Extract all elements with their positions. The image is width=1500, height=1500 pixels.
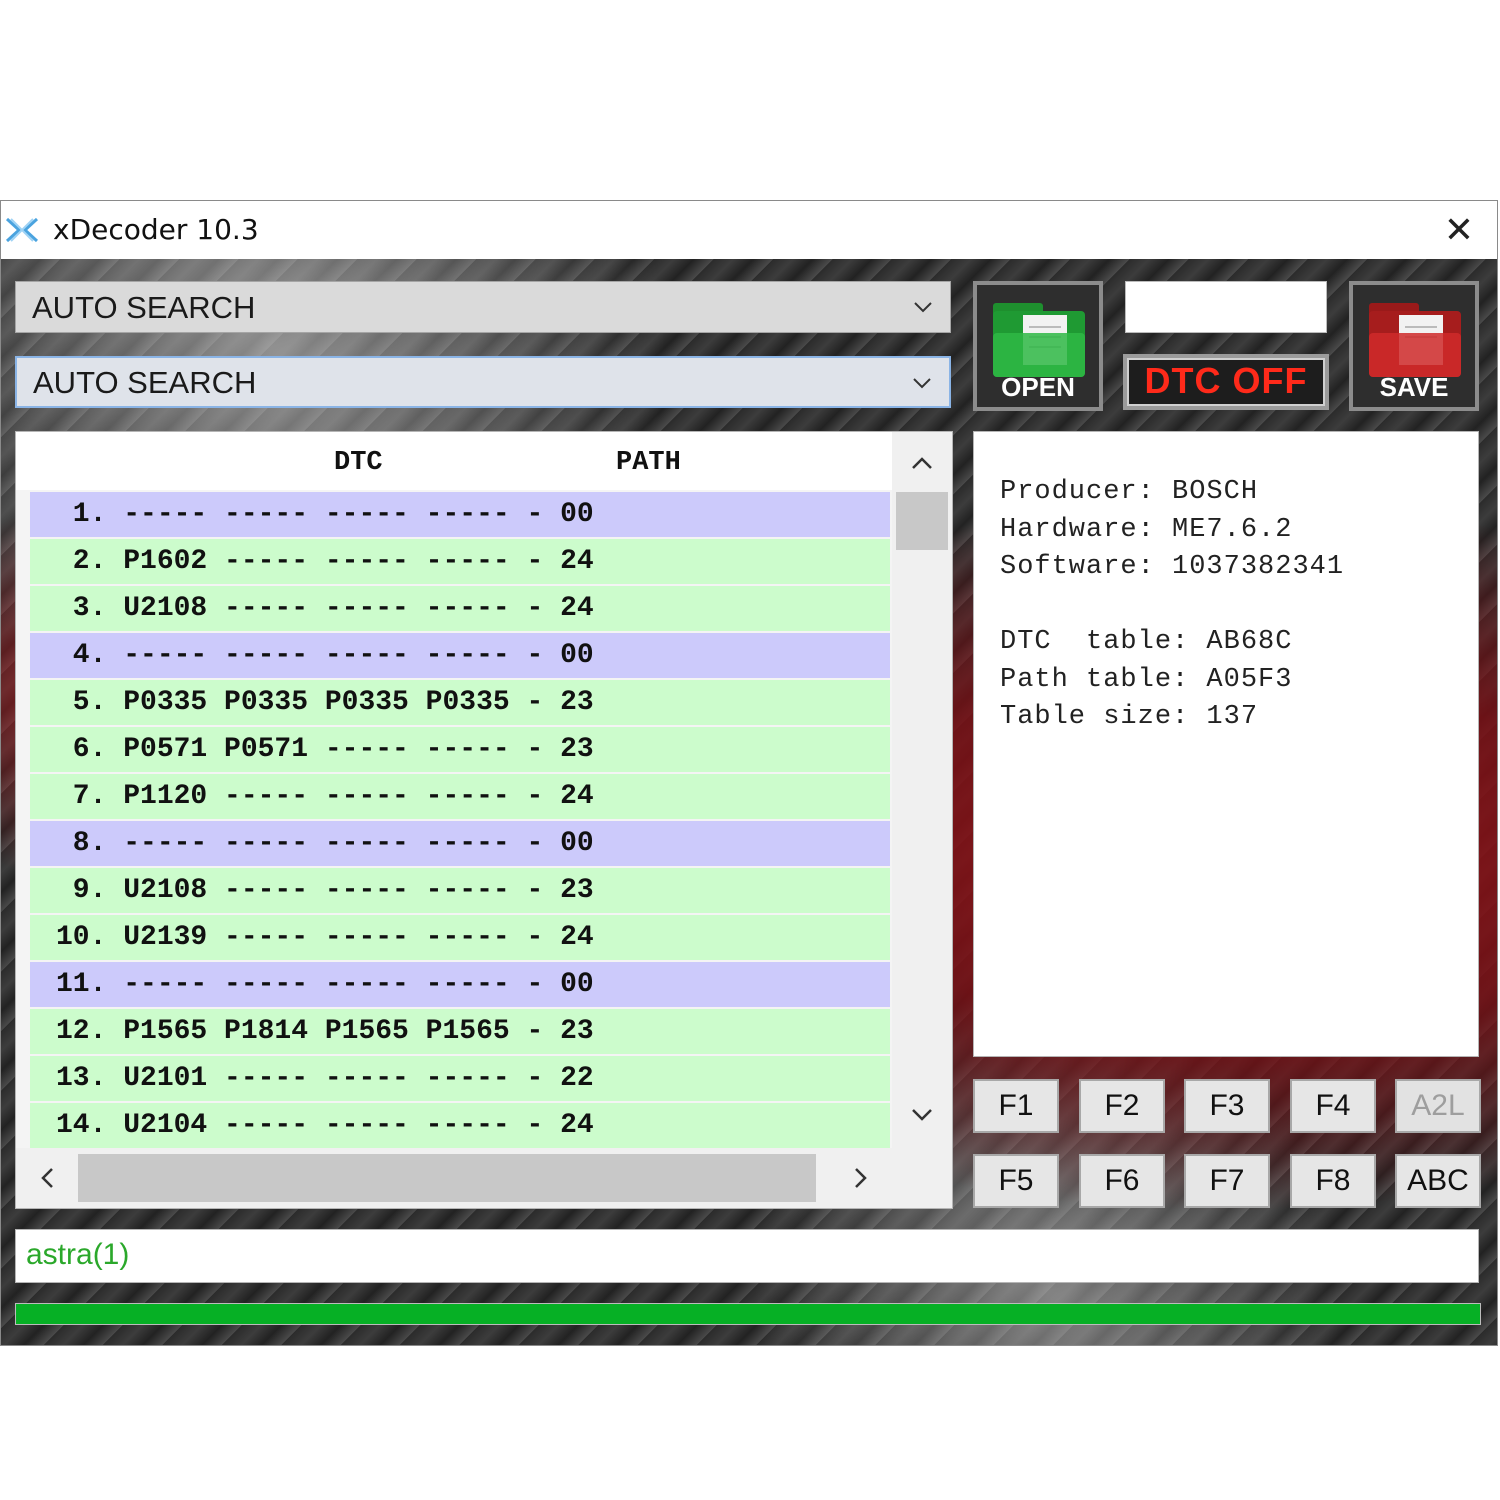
f4-button[interactable]: F4 (1290, 1079, 1376, 1133)
title-bar: xDecoder 10.3 ✕ (1, 201, 1497, 260)
list-item[interactable]: 11. ----- ----- ----- ----- - 00 (30, 962, 890, 1007)
horizontal-scrollbar[interactable] (16, 1148, 892, 1208)
list-item[interactable]: 14. U2104 ----- ----- ----- - 24 (30, 1103, 890, 1148)
list-item[interactable]: 13. U2101 ----- ----- ----- - 22 (30, 1056, 890, 1101)
dtc-table-info: DTC table: AB68C (1000, 627, 1293, 657)
f5-button[interactable]: F5 (973, 1154, 1059, 1208)
hardware-info: Hardware: ME7.6.2 (1000, 514, 1293, 545)
list-item[interactable]: 8. ----- ----- ----- ----- - 00 (30, 821, 890, 866)
f2-button[interactable]: F2 (1079, 1079, 1165, 1133)
vertical-scroll-thumb[interactable] (896, 492, 948, 550)
ecu-info-panel: Producer: BOSCH Hardware: ME7.6.2 Softwa… (973, 431, 1479, 1057)
chevron-down-icon (913, 378, 931, 389)
a2l-button: A2L (1395, 1079, 1481, 1133)
path-table-info: Path table: A05F3 (1000, 664, 1293, 695)
window-title: xDecoder 10.3 (53, 213, 259, 246)
list-item[interactable]: 10. U2139 ----- ----- ----- - 24 (30, 915, 890, 960)
column-header-path: PATH (616, 448, 681, 478)
list-item[interactable]: 7. P1120 ----- ----- ----- - 24 (30, 774, 890, 819)
column-header-dtc: DTC (334, 448, 383, 478)
file-name-text: astra(1) (26, 1238, 130, 1271)
vertical-scrollbar[interactable] (892, 432, 952, 1148)
app-window: xDecoder 10.3 ✕ AUTO SEARCH AUTO SEARCH (0, 200, 1498, 1346)
dtc-rows: 1. ----- ----- ----- ----- - 00 2. P1602… (30, 492, 890, 1150)
list-header: DTC PATH (16, 432, 892, 490)
open-label: OPEN (1001, 372, 1075, 402)
f8-button[interactable]: F8 (1290, 1154, 1376, 1208)
main-area: AUTO SEARCH AUTO SEARCH OPEN DTC OFF SAV… (1, 259, 1497, 1345)
horizontal-scroll-thumb[interactable] (78, 1154, 816, 1202)
dtc-code-input[interactable] (1125, 281, 1327, 333)
dtc-off-button[interactable]: DTC OFF (1123, 354, 1329, 410)
xdecoder-logo-icon (5, 217, 39, 243)
list-item[interactable]: 5. P0335 P0335 P0335 P0335 - 23 (30, 680, 890, 725)
abc-button[interactable]: ABC (1395, 1154, 1481, 1208)
table-size-info: Table size: 137 (1000, 702, 1259, 732)
f1-button[interactable]: F1 (973, 1079, 1059, 1133)
list-item[interactable]: 3. U2108 ----- ----- ----- - 24 (30, 586, 890, 631)
list-item[interactable]: 9. U2108 ----- ----- ----- - 23 (30, 868, 890, 913)
chevron-left-icon[interactable] (34, 1164, 62, 1192)
close-button[interactable]: ✕ (1439, 211, 1479, 251)
producer-info: Producer: BOSCH (1000, 477, 1259, 507)
f7-button[interactable]: F7 (1184, 1154, 1270, 1208)
scrollbar-corner (892, 1148, 952, 1208)
list-item[interactable]: 4. ----- ----- ----- ----- - 00 (30, 633, 890, 678)
chevron-down-icon (914, 302, 932, 313)
search-combo-1[interactable]: AUTO SEARCH (15, 281, 951, 333)
chevron-right-icon[interactable] (846, 1164, 874, 1192)
progress-bar (15, 1303, 1481, 1325)
file-name-field[interactable]: astra(1) (15, 1229, 1479, 1283)
list-item[interactable]: 2. P1602 ----- ----- ----- - 24 (30, 539, 890, 584)
search-combo-2[interactable]: AUTO SEARCH (15, 356, 951, 408)
list-item[interactable]: 6. P0571 P0571 ----- ----- - 23 (30, 727, 890, 772)
dtc-list-panel: DTC PATH 1. ----- ----- ----- ----- - 00… (15, 431, 953, 1209)
combo-2-value: AUTO SEARCH (33, 365, 257, 400)
f3-button[interactable]: F3 (1184, 1079, 1270, 1133)
software-info: Software: 1037382341 (1000, 552, 1345, 582)
save-button[interactable]: SAVE (1349, 281, 1479, 411)
combo-1-value: AUTO SEARCH (32, 290, 256, 325)
chevron-down-icon[interactable] (908, 1100, 936, 1128)
save-label: SAVE (1379, 372, 1449, 402)
list-item[interactable]: 12. P1565 P1814 P1565 P1565 - 23 (30, 1009, 890, 1054)
list-item[interactable]: 1. ----- ----- ----- ----- - 00 (30, 492, 890, 537)
open-button[interactable]: OPEN (973, 281, 1103, 411)
progress-fill (16, 1304, 1480, 1324)
f6-button[interactable]: F6 (1079, 1154, 1165, 1208)
chevron-up-icon[interactable] (908, 450, 936, 478)
